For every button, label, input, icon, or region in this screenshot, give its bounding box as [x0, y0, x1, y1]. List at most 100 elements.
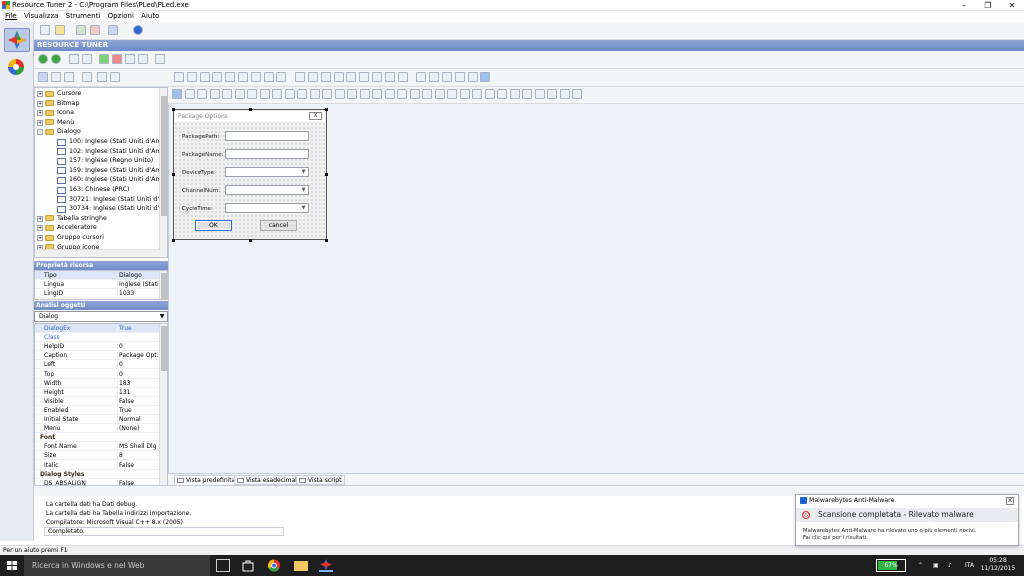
align-tool-icon[interactable]: [212, 72, 223, 82]
menu-strumenti[interactable]: Strumenti: [66, 11, 101, 22]
export-icon[interactable]: [76, 25, 86, 35]
tree-view-icon[interactable]: [38, 72, 48, 82]
property-row[interactable]: Font Name MS Shell Dlg: [35, 442, 161, 452]
find-next-icon[interactable]: [110, 72, 120, 82]
expand-icon[interactable]: +: [37, 100, 43, 107]
object-analysis-grid[interactable]: DialogEx True Class HelpID 0 Caption Package O…: [34, 323, 168, 487]
control-tool-icon[interactable]: [359, 89, 370, 99]
align-tool-icon[interactable]: [416, 72, 427, 82]
control-tool-icon[interactable]: [509, 89, 520, 99]
control-tool-icon[interactable]: [572, 89, 582, 99]
property-value[interactable]: 183: [117, 378, 161, 388]
align-tool-icon[interactable]: [308, 72, 318, 82]
property-value[interactable]: False: [117, 460, 161, 470]
property-value[interactable]: Package Opt...: [117, 351, 161, 361]
property-value[interactable]: (None): [117, 424, 161, 434]
close-button[interactable]: ✕: [1000, 0, 1024, 11]
property-row[interactable]: Size 8: [35, 451, 161, 461]
resize-handle[interactable]: [325, 108, 328, 111]
align-tool-icon[interactable]: [480, 72, 491, 82]
minimize-button[interactable]: –: [952, 0, 976, 11]
maximize-button[interactable]: ❐: [976, 0, 1000, 11]
package-path-input[interactable]: [225, 131, 309, 141]
control-tool-icon[interactable]: [297, 89, 307, 99]
help-icon[interactable]: [133, 25, 143, 35]
control-tool-icon[interactable]: [547, 89, 557, 99]
resize-handle[interactable]: [325, 173, 328, 176]
menu-file[interactable]: File: [5, 11, 17, 22]
control-tool-icon[interactable]: [209, 89, 220, 99]
ok-button[interactable]: OK: [195, 220, 232, 231]
control-tool-icon[interactable]: [484, 89, 495, 99]
forward-icon[interactable]: [51, 54, 61, 64]
color-wheel-button[interactable]: [4, 56, 30, 80]
property-value[interactable]: 0: [117, 342, 161, 352]
align-tool-icon[interactable]: [186, 72, 197, 82]
device-type-combo[interactable]: ▼: [225, 167, 309, 177]
control-tool-icon[interactable]: [447, 89, 457, 99]
property-value[interactable]: 1033: [117, 289, 161, 299]
resource-icon[interactable]: [90, 25, 100, 35]
chevron-down-icon[interactable]: ▼: [158, 313, 166, 321]
align-tool-icon[interactable]: [276, 72, 287, 82]
align-tool-icon[interactable]: [346, 72, 357, 82]
resource-properties-grid[interactable]: Tipo Dialogo Lingua Inglese (Stati... LingID…: [34, 270, 168, 300]
property-row[interactable]: Italic False: [35, 460, 161, 470]
control-tool-icon[interactable]: [347, 89, 357, 99]
chrome-icon[interactable]: [267, 559, 281, 572]
rename-icon[interactable]: [125, 54, 135, 64]
control-tool-icon[interactable]: [472, 89, 482, 99]
tree-scrollbar[interactable]: [159, 88, 167, 257]
scrollbar-thumb[interactable]: [161, 273, 167, 299]
notification-close-icon[interactable]: X: [1006, 497, 1014, 505]
align-tool-icon[interactable]: [263, 72, 274, 82]
expand-icon[interactable]: +: [37, 225, 43, 232]
property-value[interactable]: 8: [117, 451, 161, 461]
properties-icon[interactable]: [51, 72, 61, 82]
property-row[interactable]: Width 183: [35, 378, 161, 388]
align-tool-icon[interactable]: [295, 72, 306, 82]
control-tool-icon[interactable]: [259, 89, 270, 99]
expand-icon[interactable]: +: [37, 235, 43, 241]
control-tool-icon[interactable]: [522, 89, 532, 99]
control-tool-icon[interactable]: [409, 89, 420, 99]
resize-handle[interactable]: [172, 108, 175, 111]
property-row[interactable]: Visible False: [35, 396, 161, 406]
expand-icon[interactable]: +: [37, 110, 43, 117]
store-icon[interactable]: [241, 559, 255, 572]
align-tool-icon[interactable]: [372, 72, 382, 82]
property-value[interactable]: 0: [117, 360, 161, 370]
tab-hex-view[interactable]: Vista esadecimale: [234, 475, 305, 485]
control-tool-icon[interactable]: [497, 89, 507, 99]
resource-tuner-task-icon[interactable]: [319, 559, 333, 572]
cycle-time-combo[interactable]: ▼: [225, 203, 309, 213]
expand-icon[interactable]: +: [37, 119, 43, 126]
delete-icon[interactable]: [112, 54, 122, 64]
chevron-down-icon[interactable]: ▼: [299, 168, 308, 176]
start-button[interactable]: [0, 555, 24, 576]
tray-arrow-icon[interactable]: ⌃: [918, 555, 923, 576]
open-folder-icon[interactable]: [55, 25, 65, 35]
control-tool-icon[interactable]: [397, 89, 407, 99]
dialog-close-icon[interactable]: X: [309, 112, 322, 120]
channel-num-combo[interactable]: ▼: [225, 185, 309, 195]
resize-handle[interactable]: [325, 239, 328, 242]
resize-handle[interactable]: [172, 173, 175, 176]
property-value[interactable]: MS Shell Dlg: [117, 442, 161, 452]
control-tool-icon[interactable]: [534, 89, 545, 99]
network-icon[interactable]: ▣: [933, 555, 939, 576]
align-tool-icon[interactable]: [199, 72, 210, 82]
property-row[interactable]: DialogEx True: [35, 324, 161, 334]
package-name-input[interactable]: [225, 149, 309, 159]
property-row[interactable]: Top 0: [35, 369, 161, 379]
property-row[interactable]: Enabled True: [35, 405, 161, 415]
property-row[interactable]: HelpID 0: [35, 342, 161, 352]
property-row[interactable]: Class: [35, 333, 161, 343]
property-row[interactable]: Left 0: [35, 360, 161, 370]
align-tool-icon[interactable]: [174, 72, 184, 82]
align-tool-icon[interactable]: [250, 72, 261, 82]
dialog-preview[interactable]: Package Options X PackagePath: PackageNa…: [173, 109, 327, 240]
control-tool-icon[interactable]: [272, 89, 282, 99]
battery-indicator[interactable]: 67%: [876, 559, 906, 572]
grid-scrollbar[interactable]: [159, 324, 167, 486]
